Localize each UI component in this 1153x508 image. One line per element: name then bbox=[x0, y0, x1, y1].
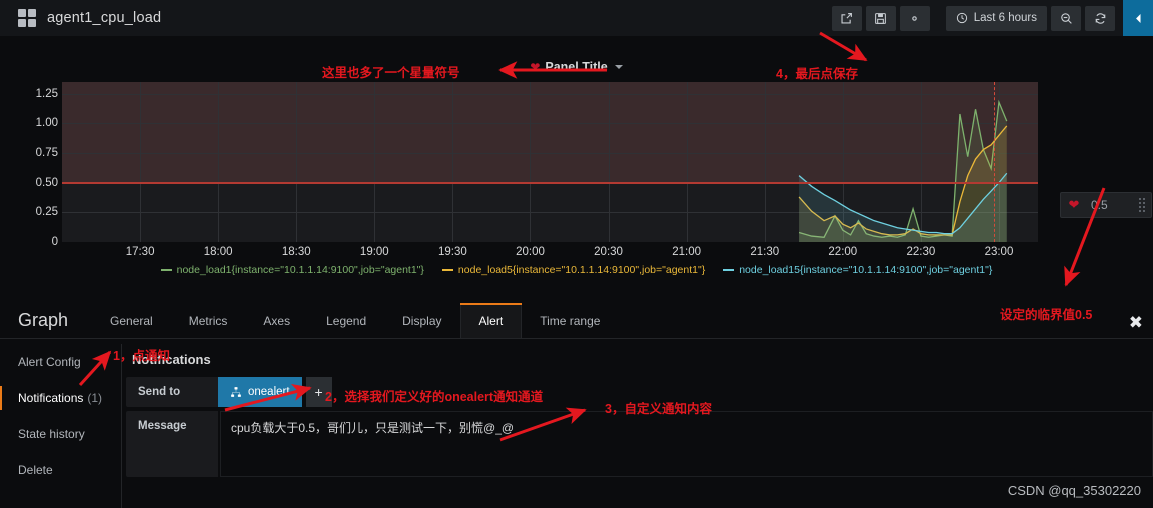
anno-star: 这里也多了一个星量符号 bbox=[322, 66, 460, 80]
panel-editor: Graph General Metrics Axes Legend Display Ale… bbox=[0, 298, 1153, 508]
arrow-left-icon[interactable] bbox=[1123, 0, 1153, 36]
floppy-save-icon[interactable] bbox=[865, 5, 896, 31]
x-tick-label: 18:30 bbox=[281, 246, 311, 258]
share-icon[interactable] bbox=[831, 5, 862, 31]
notification-channel-tag[interactable]: onealert bbox=[218, 377, 302, 407]
y-tick-label: 0.25 bbox=[35, 206, 58, 219]
time-range-label: Last 6 hours bbox=[973, 12, 1037, 24]
x-tick-label: 23:00 bbox=[984, 246, 1014, 258]
grid-icon[interactable] bbox=[18, 9, 36, 27]
graph-plot-area: 1.25 1.00 0.75 0.50 0.25 0 17:30 18:00 18:30 19:… bbox=[28, 82, 1038, 282]
x-tick-label: 22:00 bbox=[828, 246, 858, 258]
legend-item[interactable]: node_load15{instance="10.1.1.14:9100",jo… bbox=[723, 264, 992, 276]
x-tick-label: 21:00 bbox=[672, 246, 702, 258]
subnav-item-delete[interactable]: Delete bbox=[0, 452, 121, 488]
y-tick-label: 0.75 bbox=[35, 147, 58, 160]
send-to-label: Send to bbox=[126, 377, 218, 407]
alert-state-marker bbox=[993, 82, 995, 242]
anno-notify: 1，点通知 bbox=[113, 349, 170, 363]
anno-message: 3，自定义通知内容 bbox=[605, 402, 712, 416]
y-tick-label: 0.50 bbox=[35, 176, 58, 189]
anno-threshold: 设定的临界值0.5 bbox=[1000, 308, 1093, 322]
anno-channel: 2，选择我们定义好的onealert通知通道 bbox=[325, 390, 544, 404]
subnav-item-label: Alert Config bbox=[18, 355, 81, 369]
drag-grip-icon[interactable] bbox=[1139, 198, 1145, 212]
tab-metrics[interactable]: Metrics bbox=[171, 303, 246, 338]
x-tick-label: 19:00 bbox=[359, 246, 389, 258]
threshold-handle[interactable]: ❤ 0.5 bbox=[1060, 192, 1152, 218]
legend-item[interactable]: node_load5{instance="10.1.1.14:9100",job… bbox=[441, 264, 706, 276]
dashboard-title: agent1_cpu_load bbox=[47, 10, 162, 26]
legend-swatch bbox=[441, 269, 453, 271]
x-tick-label: 20:00 bbox=[516, 246, 545, 258]
panel-header[interactable]: ❤ Panel Title bbox=[0, 58, 1153, 76]
x-tick-label: 20:30 bbox=[594, 246, 623, 258]
tab-display[interactable]: Display bbox=[384, 303, 459, 338]
legend-swatch bbox=[160, 269, 172, 271]
chevron-down-icon[interactable] bbox=[614, 65, 623, 69]
subnav-item-alert-config[interactable]: Alert Config bbox=[0, 344, 121, 380]
legend-label: node_load5{instance="10.1.1.14:9100",job… bbox=[457, 264, 706, 276]
subnav-item-label: Notifications bbox=[18, 391, 84, 405]
tab-axes[interactable]: Axes bbox=[245, 303, 308, 338]
x-tick-label: 19:30 bbox=[438, 246, 467, 258]
x-tick-label: 22:30 bbox=[906, 246, 936, 258]
editor-panel-type: Graph bbox=[18, 310, 69, 330]
editor-tabbar: Graph General Metrics Axes Legend Display Ale… bbox=[0, 303, 1153, 339]
graph-legend: node_load1{instance="10.1.1.14:9100",job… bbox=[0, 264, 1153, 276]
graph-panel: ❤ Panel Title 1.25 1.00 0.75 0.50 0.25 0 17:3… bbox=[0, 36, 1153, 298]
threshold-line[interactable] bbox=[62, 181, 1038, 184]
heart-alert-icon: ❤ bbox=[530, 60, 541, 74]
y-tick-label: 1.25 bbox=[35, 87, 58, 100]
panel-title: Panel Title bbox=[545, 60, 608, 74]
subnav-item-label: State history bbox=[18, 427, 85, 441]
message-textarea[interactable]: cpu负载大于0.5，哥们儿，只是测试一下，别慌@_@ bbox=[220, 411, 1153, 477]
message-label: Message bbox=[126, 411, 218, 477]
x-axis-labels: 17:30 18:00 18:30 19:00 19:30 20:00 20:30 21:00… bbox=[62, 246, 1038, 264]
subnav-item-count: (1) bbox=[87, 391, 103, 405]
sitemap-icon bbox=[231, 387, 241, 397]
legend-label: node_load15{instance="10.1.1.14:9100",jo… bbox=[739, 264, 993, 276]
plot-canvas[interactable] bbox=[62, 82, 1038, 242]
x-tick-label: 21:30 bbox=[750, 246, 780, 258]
notification-channel-label: onealert bbox=[248, 386, 290, 398]
x-tick-label: 17:30 bbox=[125, 246, 155, 258]
topnav-actions: Last 6 hours bbox=[831, 0, 1153, 36]
clock-icon bbox=[956, 12, 967, 24]
heart-alert-icon: ❤ bbox=[1068, 197, 1080, 212]
subnav-item-label: Delete bbox=[18, 463, 53, 477]
time-range-picker[interactable]: Last 6 hours bbox=[945, 5, 1047, 31]
top-navbar: agent1_cpu_load Last 6 hours bbox=[0, 0, 1153, 36]
alert-subnav: Alert Config Notifications (1) State histor… bbox=[0, 344, 122, 508]
subnav-item-notifications[interactable]: Notifications (1) bbox=[0, 380, 121, 416]
zoom-out-icon[interactable] bbox=[1051, 5, 1081, 31]
close-icon[interactable]: ✖ bbox=[1129, 314, 1143, 331]
tab-time-range[interactable]: Time range bbox=[522, 303, 618, 338]
series-layer bbox=[798, 99, 1008, 242]
y-axis-labels: 1.25 1.00 0.75 0.50 0.25 0 bbox=[28, 82, 58, 248]
subnav-item-state-history[interactable]: State history bbox=[0, 416, 121, 452]
notifications-heading: Notifications bbox=[132, 352, 211, 367]
x-tick-label: 18:00 bbox=[203, 246, 233, 258]
threshold-value[interactable]: 0.5 bbox=[1087, 198, 1139, 212]
tab-legend[interactable]: Legend bbox=[308, 303, 384, 338]
tab-alert[interactable]: Alert bbox=[459, 303, 523, 338]
legend-swatch bbox=[723, 269, 735, 271]
watermark: CSDN @qq_35302220 bbox=[1007, 483, 1141, 498]
message-row: Message cpu负载大于0.5，哥们儿，只是测试一下，别慌@_@ bbox=[122, 411, 1153, 477]
tab-general[interactable]: General bbox=[92, 303, 171, 338]
legend-item[interactable]: node_load1{instance="10.1.1.14:9100",job… bbox=[160, 264, 424, 276]
y-tick-label: 0 bbox=[51, 236, 58, 248]
refresh-icon[interactable] bbox=[1085, 5, 1115, 31]
gear-icon[interactable] bbox=[899, 5, 930, 31]
anno-save: 4，最后点保存 bbox=[776, 67, 858, 81]
grafana-dashboard-screen: agent1_cpu_load Last 6 hours ❤ Panel Tit… bbox=[0, 0, 1153, 508]
notifications-panel: Notifications Send to onealert + Message… bbox=[122, 344, 1153, 508]
legend-label: node_load1{instance="10.1.1.14:9100",job… bbox=[176, 264, 424, 276]
y-tick-label: 1.00 bbox=[35, 117, 58, 130]
